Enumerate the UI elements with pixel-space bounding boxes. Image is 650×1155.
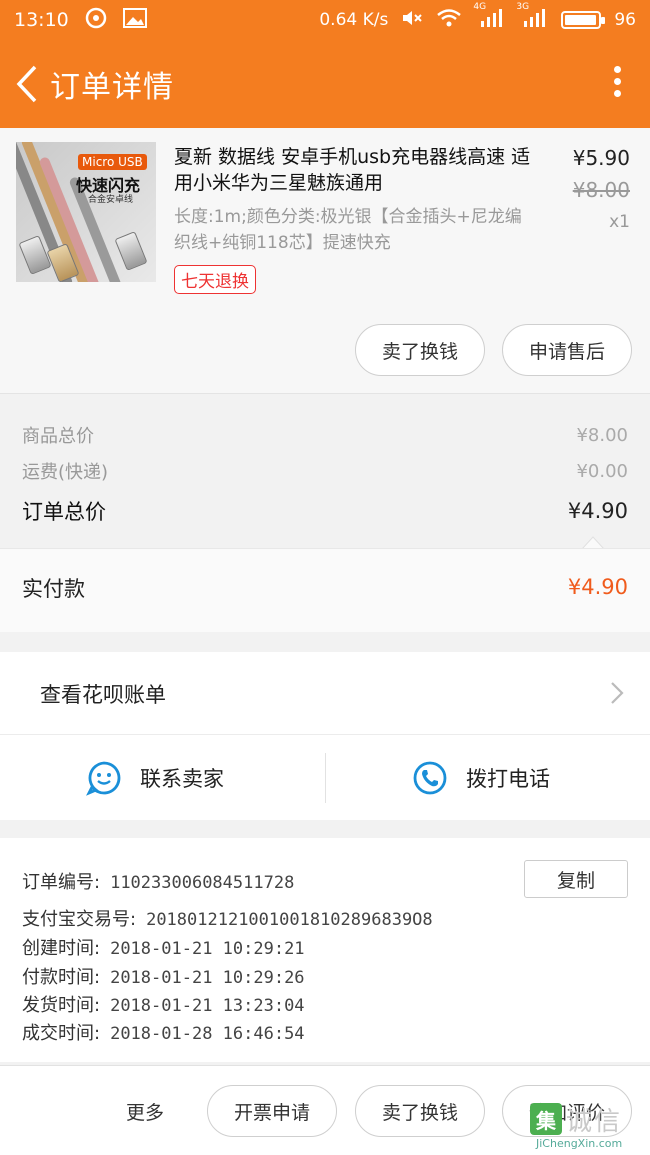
sell-for-cash-button-bottom[interactable]: 卖了换钱: [355, 1085, 485, 1137]
order-total-label: 订单总价: [22, 500, 106, 524]
watermark-logo: 集: [530, 1103, 562, 1135]
shipped-time-row: 发货时间: 2018-01-21 13:23:04: [22, 991, 305, 1017]
alipay-number: 20180121210010018102896839O8: [146, 910, 433, 930]
paid-time-label: 付款时间:: [22, 967, 101, 988]
more-menu-icon[interactable]: [614, 66, 622, 102]
back-button[interactable]: [6, 40, 48, 128]
shipped-time: 2018-01-21 13:23:04: [110, 996, 305, 1016]
call-label: 拨打电话: [466, 767, 550, 791]
chevron-right-icon: [611, 682, 624, 704]
freight-value: ¥0.00: [576, 460, 628, 482]
created-time-row: 创建时间: 2018-01-21 10:29:21: [22, 934, 305, 960]
caret-up-icon: [582, 536, 604, 549]
product-name[interactable]: 夏新 数据线 安卓手机usb充电器线高速 适用小米华为三星魅族通用: [174, 144, 534, 196]
battery-percent: 96: [614, 10, 636, 30]
thumb-banner: Micro USB: [78, 154, 147, 170]
invoice-button[interactable]: 开票申请: [207, 1085, 337, 1137]
alipay-number-label: 支付宝交易号:: [22, 909, 137, 930]
signal-4g-icon: 4G: [473, 2, 505, 33]
phone-icon: [413, 761, 447, 795]
aperture-icon: [85, 7, 107, 34]
product-price: ¥5.90: [572, 146, 630, 170]
amount-paid-label: 实付款: [22, 577, 85, 601]
watermark: 集 诚信 JiChengXin.com: [530, 1099, 642, 1151]
thumb-subtitle: 合金安卓线: [88, 195, 134, 205]
product-quantity: x1: [609, 212, 630, 232]
closed-time: 2018-01-28 16:46:54: [110, 1024, 305, 1044]
order-number-label: 订单编号:: [22, 872, 101, 893]
status-bar: 13:10 0.64 K/s 4G 3G 96: [0, 0, 650, 40]
divider: [325, 753, 326, 803]
contact-bar: 联系卖家 拨打电话: [0, 734, 650, 820]
battery-fill: [565, 15, 596, 25]
paid-time: 2018-01-21 10:29:26: [110, 968, 305, 988]
watermark-en: JiChengXin.com: [536, 1137, 623, 1150]
page-title: 订单详情: [50, 70, 174, 105]
created-time-label: 创建时间:: [22, 938, 101, 959]
signal-4g-label: 4G: [473, 1, 487, 12]
watermark-cn: 诚信: [566, 1107, 623, 1137]
call-button[interactable]: 拨打电话: [412, 735, 550, 821]
battery-icon: [561, 11, 606, 29]
goods-total-value: ¥8.00: [576, 424, 628, 446]
huabei-bill-label: 查看花呗账单: [40, 683, 166, 707]
image-icon: [122, 7, 147, 33]
alipay-number-row: 支付宝交易号: 20180121210010018102896839O8: [22, 905, 433, 931]
return-policy-badge: 七天退换: [174, 265, 256, 294]
order-number-row: 订单编号: 110233006084511728: [22, 868, 294, 894]
mute-icon: [401, 8, 423, 33]
huabei-bill-row[interactable]: 查看花呗账单: [0, 652, 650, 734]
shipped-time-label: 发货时间:: [22, 995, 101, 1016]
price-summary: 商品总价 ¥8.00 运费(快递) ¥0.00 订单总价 ¥4.90: [0, 393, 650, 549]
product-thumbnail[interactable]: Micro USB 快速闪充 合金安卓线: [16, 142, 156, 282]
product-original-price: ¥8.00: [572, 178, 630, 202]
product-card: Micro USB 快速闪充 合金安卓线 夏新 数据线 安卓手机usb充电器线高…: [0, 128, 650, 393]
sell-for-cash-button[interactable]: 卖了换钱: [355, 324, 485, 376]
contact-seller-button[interactable]: 联系卖家: [86, 735, 224, 821]
nav-bar: 订单详情: [0, 40, 650, 128]
order-info: 订单编号: 110233006084511728 复制 支付宝交易号: 201801…: [0, 838, 650, 1062]
signal-3g-label: 3G: [516, 1, 530, 12]
closed-time-row: 成交时间: 2018-01-28 16:46:54: [22, 1019, 305, 1045]
wifi-icon: [436, 8, 462, 33]
after-sales-button[interactable]: 申请售后: [502, 324, 632, 376]
signal-3g-icon: 3G: [516, 2, 548, 33]
status-time: 13:10: [14, 9, 69, 31]
chat-bubble-icon: [86, 761, 121, 796]
created-time: 2018-01-21 10:29:21: [110, 939, 305, 959]
goods-total-label: 商品总价: [22, 426, 94, 447]
order-number: 110233006084511728: [110, 873, 295, 893]
order-total-value: ¥4.90: [567, 499, 628, 523]
freight-label: 运费(快递): [22, 462, 109, 483]
contact-seller-label: 联系卖家: [140, 767, 224, 791]
product-spec: 长度:1m;颜色分类:极光银【合金插头+尼龙编织线+纯铜118芯】提速快充: [174, 207, 522, 253]
more-button[interactable]: 更多: [126, 1098, 164, 1125]
closed-time-label: 成交时间:: [22, 1023, 101, 1044]
paid-time-row: 付款时间: 2018-01-21 10:29:26: [22, 963, 305, 989]
net-speed: 0.64 K/s: [319, 10, 389, 30]
amount-paid-value: ¥4.90: [567, 575, 628, 599]
amount-paid-row: 实付款 ¥4.90: [0, 548, 650, 632]
copy-button[interactable]: 复制: [524, 860, 628, 898]
chevron-left-icon: [16, 65, 37, 103]
